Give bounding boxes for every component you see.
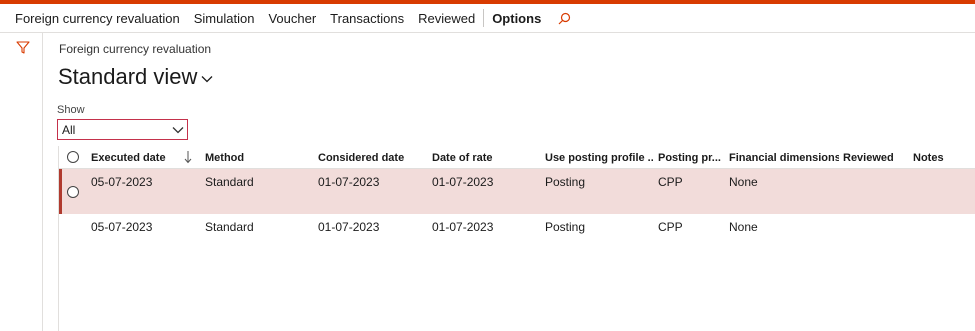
view-title: Standard view	[58, 64, 198, 89]
grid-header: Executed date Method Considered date Dat…	[59, 146, 975, 169]
cell-considered-date[interactable]: 01-07-2023	[318, 175, 379, 189]
header-executed-date[interactable]: Executed date	[91, 146, 186, 169]
cell-use-posting-profile[interactable]: Posting	[545, 175, 585, 189]
revaluation-grid: Executed date Method Considered date Dat…	[58, 146, 975, 331]
cell-posting-profile[interactable]: CPP	[658, 220, 683, 234]
cell-use-posting-profile[interactable]: Posting	[545, 220, 585, 234]
action-reviewed[interactable]: Reviewed	[411, 4, 482, 33]
cell-executed-date[interactable]: 05-07-2023	[91, 220, 152, 234]
show-label: Show	[57, 104, 85, 116]
chevron-down-icon	[201, 76, 213, 83]
cell-date-of-rate[interactable]: 01-07-2023	[432, 220, 493, 234]
select-all-radio[interactable]	[67, 151, 79, 163]
sort-descending-icon[interactable]	[184, 150, 192, 164]
show-dropdown-value: All	[62, 122, 76, 137]
cell-posting-profile[interactable]: CPP	[658, 175, 683, 189]
search-icon	[558, 12, 571, 24]
header-posting-profile[interactable]: Posting pr...	[658, 146, 724, 169]
show-dropdown[interactable]: All	[57, 119, 188, 140]
header-date-of-rate[interactable]: Date of rate	[432, 146, 537, 169]
header-method[interactable]: Method	[205, 146, 310, 169]
action-simulation[interactable]: Simulation	[187, 4, 262, 33]
header-reviewed[interactable]: Reviewed	[843, 146, 903, 169]
cell-method[interactable]: Standard	[205, 175, 254, 189]
action-foreign-currency-revaluation[interactable]: Foreign currency revaluation	[8, 4, 187, 33]
cell-method[interactable]: Standard	[205, 220, 254, 234]
cell-executed-date[interactable]: 05-07-2023	[91, 175, 152, 189]
page-caption: Foreign currency revaluation	[59, 42, 212, 56]
cell-financial-dimensions[interactable]: None	[729, 175, 758, 189]
view-selector[interactable]: Standard view	[58, 64, 213, 90]
row-select-radio[interactable]	[67, 186, 79, 198]
action-transactions[interactable]: Transactions	[323, 4, 411, 33]
table-row[interactable]: 05-07-2023 Standard 01-07-2023 01-07-202…	[59, 169, 975, 214]
action-voucher[interactable]: Voucher	[261, 4, 323, 33]
action-divider	[483, 9, 485, 27]
header-notes[interactable]: Notes	[913, 146, 973, 169]
header-considered-date[interactable]: Considered date	[318, 146, 423, 169]
cell-financial-dimensions[interactable]: None	[729, 220, 758, 234]
search-button[interactable]	[548, 4, 581, 33]
action-options[interactable]: Options	[485, 4, 548, 33]
action-pane: Foreign currency revaluation Simulation …	[0, 4, 975, 33]
header-financial-dimensions[interactable]: Financial dimensions	[729, 146, 839, 169]
cell-date-of-rate[interactable]: 01-07-2023	[432, 175, 493, 189]
filter-icon[interactable]	[16, 41, 30, 55]
filter-pane	[0, 33, 43, 331]
chevron-down-icon	[172, 127, 184, 134]
cell-considered-date[interactable]: 01-07-2023	[318, 220, 379, 234]
table-row[interactable]: 05-07-2023 Standard 01-07-2023 01-07-202…	[59, 214, 975, 259]
header-use-posting-profile[interactable]: Use posting profile ...	[545, 146, 653, 169]
main-content: Foreign currency revaluation Standard vi…	[43, 33, 975, 331]
